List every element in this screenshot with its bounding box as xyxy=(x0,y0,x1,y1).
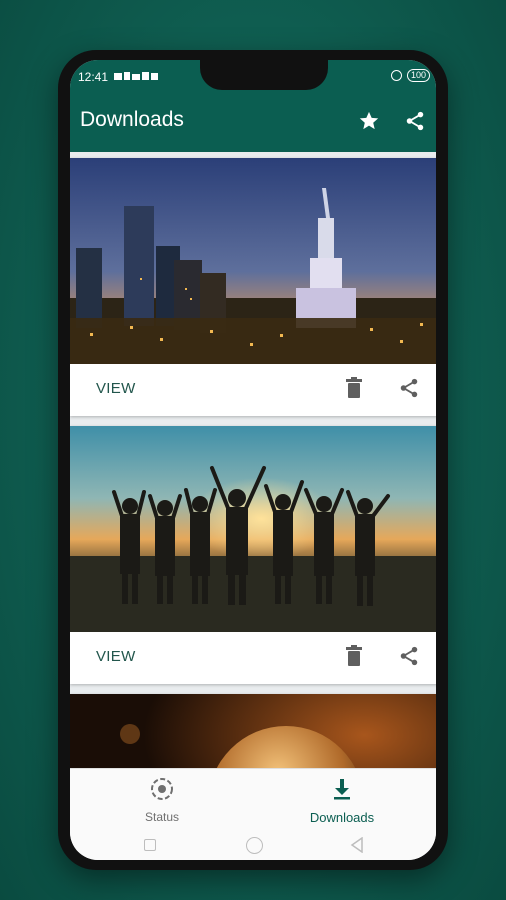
trash-icon[interactable] xyxy=(344,377,364,399)
app-bar-actions xyxy=(354,106,430,136)
download-icon xyxy=(334,779,350,800)
battery-indicator: 100 xyxy=(406,69,430,82)
system-navigation-bar xyxy=(70,832,436,860)
downloads-list: VIEW VIEW xyxy=(70,152,436,768)
phone-screen: 12:41 100 Downloads VIEW VIEW Status Dow… xyxy=(70,60,436,860)
share-icon[interactable] xyxy=(398,645,420,667)
download-card: VIEW xyxy=(70,158,436,416)
download-card: VIEW xyxy=(70,426,436,684)
star-icon[interactable] xyxy=(354,106,384,136)
share-icon[interactable] xyxy=(398,377,420,399)
sunset-image[interactable] xyxy=(70,426,436,632)
recents-icon[interactable] xyxy=(144,839,156,851)
status-time: 12:41 xyxy=(78,70,109,84)
trash-icon[interactable] xyxy=(344,645,364,667)
card-actions: VIEW xyxy=(70,364,436,416)
status-right: 100 xyxy=(390,69,430,82)
camera-notch xyxy=(200,60,328,90)
city-image[interactable] xyxy=(70,158,436,364)
status-ring-icon xyxy=(151,778,173,800)
app-bar: Downloads xyxy=(70,92,436,152)
home-icon[interactable] xyxy=(246,837,263,854)
back-icon[interactable] xyxy=(350,837,364,853)
card-action-icons xyxy=(344,645,420,667)
card-actions: VIEW xyxy=(70,632,436,684)
nav-label-status: Status xyxy=(144,810,180,824)
bottom-navigation: Status Downloads xyxy=(70,768,436,833)
phone-frame: 12:41 100 Downloads VIEW VIEW Status Dow… xyxy=(58,50,448,870)
view-button[interactable]: VIEW xyxy=(96,648,136,665)
card-action-icons xyxy=(344,377,420,399)
view-button[interactable]: VIEW xyxy=(96,380,136,397)
nav-label-downloads: Downloads xyxy=(309,810,375,825)
globe-image[interactable] xyxy=(70,694,436,768)
share-icon[interactable] xyxy=(400,106,430,136)
alarm-icon xyxy=(390,70,402,81)
download-card xyxy=(70,694,436,768)
notification-icons xyxy=(114,72,158,80)
page-title: Downloads xyxy=(80,108,184,131)
nav-item-status[interactable]: Status xyxy=(102,777,222,824)
nav-item-downloads[interactable]: Downloads xyxy=(282,777,402,825)
